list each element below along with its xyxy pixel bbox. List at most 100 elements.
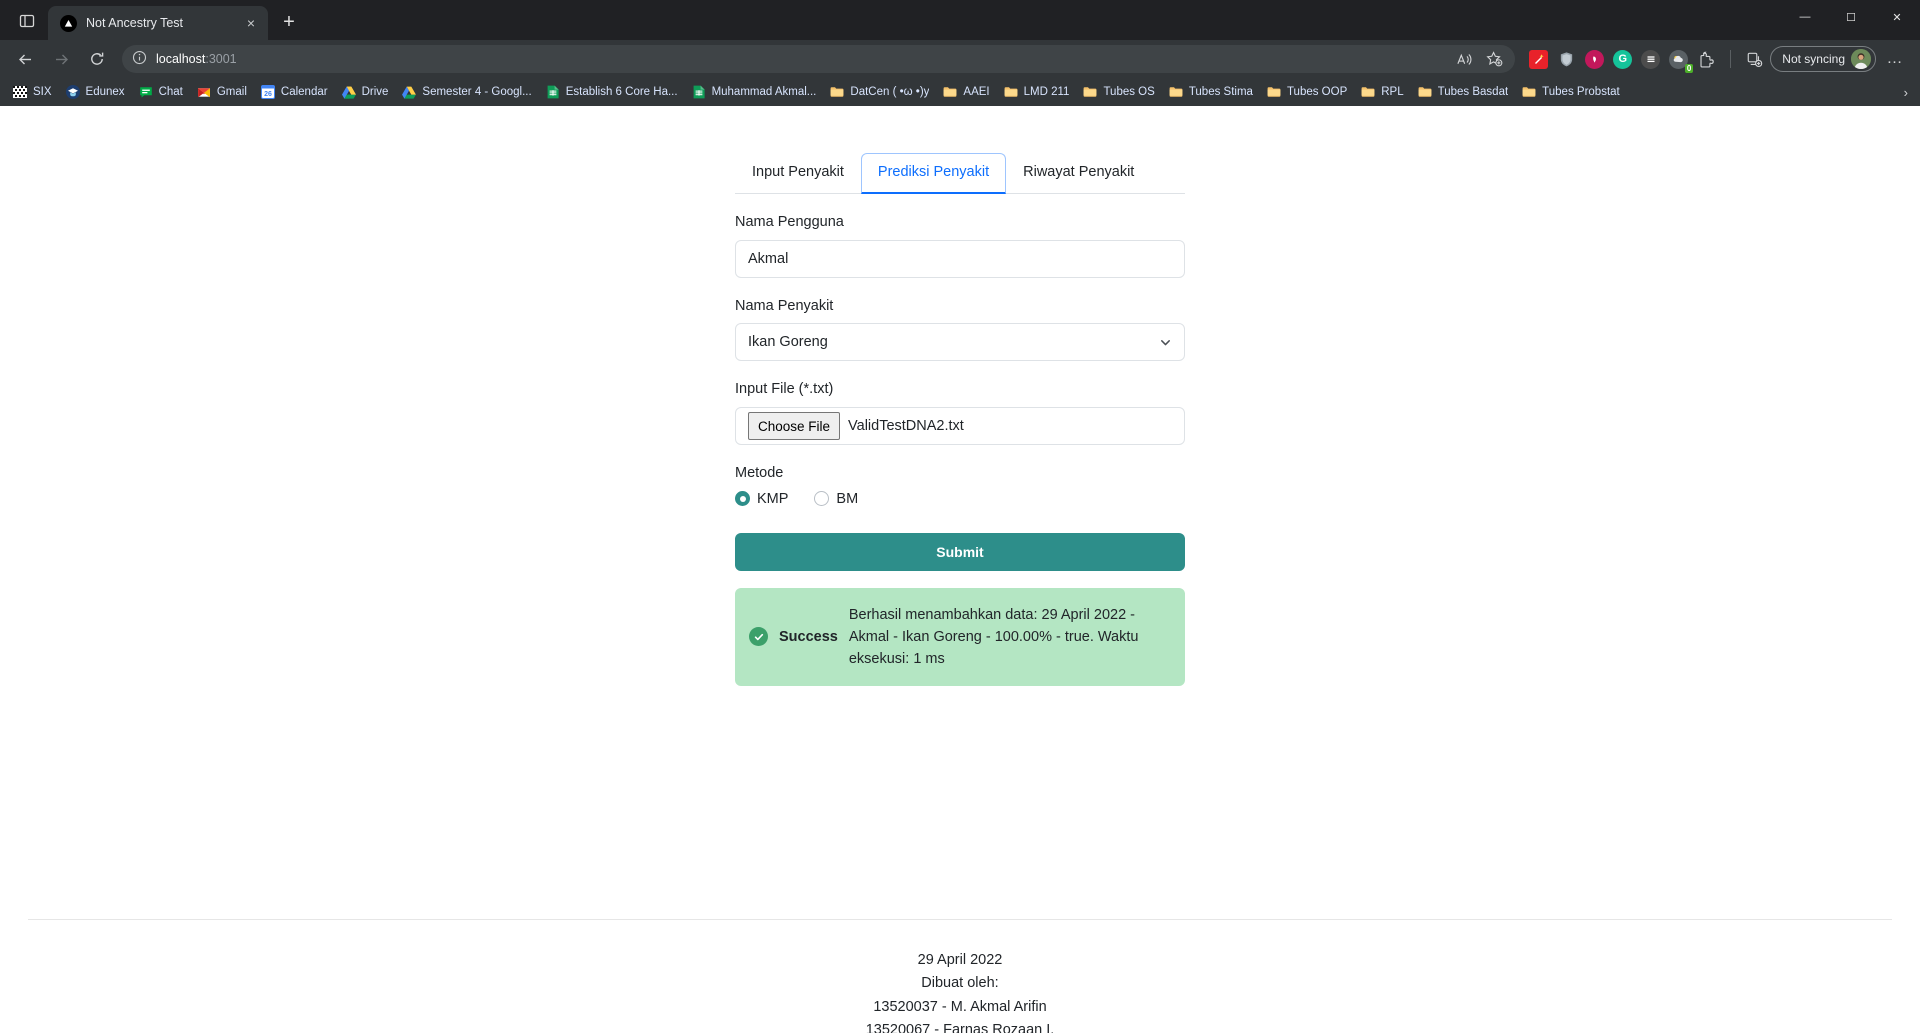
file-input[interactable]: Choose File ValidTestDNA2.txt — [735, 407, 1185, 445]
method-option-kmp[interactable]: KMP — [735, 491, 788, 507]
six-favicon — [13, 85, 27, 99]
radio-bm[interactable] — [814, 491, 830, 507]
tab-prediksi-penyakit[interactable]: Prediksi Penyakit — [860, 153, 1007, 194]
bookmark-label: Tubes Stima — [1188, 86, 1253, 98]
bookmarks-overflow-chevron-icon[interactable]: › — [1898, 85, 1914, 100]
svg-text:26: 26 — [264, 91, 272, 98]
edunex-favicon — [65, 85, 80, 99]
bookmark-label: Muhammad Akmal... — [711, 86, 817, 98]
maximize-button[interactable]: ☐ — [1828, 0, 1874, 34]
alert-message: Berhasil menambahkan data: 29 April 2022… — [848, 606, 1139, 667]
bookmark-item[interactable]: Tubes Stima — [1162, 82, 1260, 102]
sync-status-label: Not syncing — [1782, 52, 1845, 66]
file-label: Input File (*.txt) — [735, 381, 834, 398]
google-chat-favicon — [139, 85, 153, 99]
google-drive-favicon — [402, 85, 417, 99]
forward-icon[interactable] — [44, 44, 78, 74]
disease-select[interactable]: Ikan Goreng — [735, 323, 1185, 362]
browser-tab-active[interactable]: Not Ancestry Test × — [48, 6, 268, 40]
folder-icon — [943, 85, 957, 99]
gmail-favicon — [197, 85, 211, 99]
bookmark-label: SIX — [33, 86, 52, 98]
minimize-button[interactable]: — — [1782, 0, 1828, 34]
tab-input-penyakit[interactable]: Input Penyakit — [735, 153, 861, 194]
collections-icon[interactable] — [1745, 50, 1764, 69]
new-tab-button[interactable]: + — [272, 5, 306, 39]
bookmark-item[interactable]: LMD 211 — [997, 82, 1077, 102]
bookmark-label: Semester 4 - Googl... — [422, 86, 532, 98]
folder-icon — [1267, 85, 1281, 99]
bookmark-item[interactable]: Edunex — [59, 82, 132, 102]
address-bar-url: localhost:3001 — [156, 52, 237, 66]
bookmark-item[interactable]: Establish 6 Core Ha... — [539, 82, 685, 102]
bookmark-item[interactable]: Gmail — [190, 82, 254, 102]
tab-riwayat-penyakit[interactable]: Riwayat Penyakit — [1006, 153, 1151, 194]
radio-kmp[interactable] — [735, 491, 750, 507]
check-circle-icon — [749, 627, 768, 647]
page-footer: 29 April 2022 Dibuat oleh: 13520037 - M.… — [0, 949, 1920, 1033]
bookmark-item[interactable]: Tubes Basdat — [1411, 82, 1516, 102]
username-input[interactable]: Akmal — [735, 239, 1185, 278]
back-icon[interactable] — [8, 44, 42, 74]
browser-window: Not Ancestry Test × + — ☐ ✕ localhost:30… — [0, 0, 1920, 1033]
browser-toolbar: localhost:3001 G 0 Not syncing … — [0, 40, 1920, 78]
bookmark-item[interactable]: 26 Calendar — [254, 82, 335, 102]
info-circle-icon[interactable] — [132, 50, 147, 68]
bookmark-item[interactable]: Chat — [132, 82, 190, 102]
method-radio-group: KMP BM — [735, 491, 1185, 507]
bookmark-item[interactable]: Tubes OS — [1076, 82, 1161, 102]
shield-extension-icon[interactable] — [1557, 50, 1576, 69]
disease-select-value: Ikan Goreng — [748, 334, 828, 351]
bookmark-item[interactable]: Drive — [335, 82, 396, 102]
folder-icon — [1361, 85, 1375, 99]
google-drive-favicon — [341, 85, 356, 99]
red-circle-extension-icon[interactable] — [1585, 49, 1605, 69]
weather-extension-icon[interactable]: 0 — [1669, 49, 1694, 73]
success-alert: Success Berhasil menambahkan data: 29 Ap… — [735, 587, 1185, 686]
submit-button[interactable]: Submit — [735, 532, 1185, 571]
bookmark-item[interactable]: RPL — [1354, 82, 1410, 102]
bookmark-label: AAEI — [963, 86, 990, 98]
address-bar-actions — [1451, 46, 1507, 72]
bookmark-label: Tubes Probstat — [1542, 86, 1620, 98]
address-bar[interactable]: localhost:3001 — [122, 45, 1516, 73]
bookmark-label: RPL — [1381, 86, 1404, 98]
app-tablist: Input Penyakit Prediksi Penyakit Riwayat… — [735, 153, 1185, 194]
bookmark-item[interactable]: Tubes Probstat — [1515, 82, 1627, 102]
bookmark-label: Tubes OS — [1103, 86, 1155, 98]
add-favorite-icon[interactable] — [1481, 46, 1507, 72]
footer-author: 13520067 - Farnas Rozaan I. — [865, 1022, 1055, 1033]
username-label: Nama Pengguna — [735, 213, 844, 230]
extension-icons: G 0 — [1523, 49, 1764, 73]
close-icon[interactable]: × — [242, 14, 260, 32]
bookmark-item[interactable]: Semester 4 - Googl... — [395, 82, 538, 102]
radio-bm-label: BM — [836, 490, 859, 507]
footer-author: 13520037 - M. Akmal Arifin — [873, 998, 1047, 1015]
reload-icon[interactable] — [80, 44, 114, 74]
method-option-bm[interactable]: BM — [814, 491, 858, 507]
choose-file-button[interactable]: Choose File — [748, 412, 841, 440]
menu-extension-icon[interactable] — [1641, 49, 1661, 69]
window-close-button[interactable]: ✕ — [1874, 0, 1920, 34]
puzzle-extensions-icon[interactable] — [1697, 50, 1716, 69]
bookmark-label: Drive — [361, 86, 389, 98]
bookmark-item[interactable]: AAEI — [936, 82, 996, 102]
footer-divider — [28, 919, 1892, 920]
bookmark-item[interactable]: DatCen ( •̀ω •́)y — [823, 82, 936, 102]
settings-and-more-button[interactable]: … — [1878, 44, 1912, 74]
bookmark-item[interactable]: Tubes OOP — [1260, 82, 1354, 102]
read-aloud-icon[interactable] — [1451, 46, 1477, 72]
alert-title: Success — [779, 628, 838, 645]
bookmark-label: Establish 6 Core Ha... — [565, 86, 678, 98]
bookmark-item[interactable]: Muhammad Akmal... — [685, 82, 824, 102]
bookmark-label: DatCen ( •̀ω •́)y — [850, 86, 930, 98]
url-port: :3001 — [205, 52, 237, 66]
app-container: Input Penyakit Prediksi Penyakit Riwayat… — [735, 106, 1185, 686]
google-sheets-favicon — [692, 85, 706, 99]
sync-status-button[interactable]: Not syncing — [1770, 46, 1876, 72]
tab-actions-icon[interactable] — [6, 4, 48, 38]
magic-wand-extension-icon[interactable] — [1529, 49, 1549, 69]
bookmark-item[interactable]: SIX — [6, 82, 59, 102]
bookmarks-bar: SIX Edunex Chat Gmail 26 Calendar Drive … — [0, 78, 1920, 106]
grammarly-extension-icon[interactable]: G — [1613, 49, 1633, 69]
